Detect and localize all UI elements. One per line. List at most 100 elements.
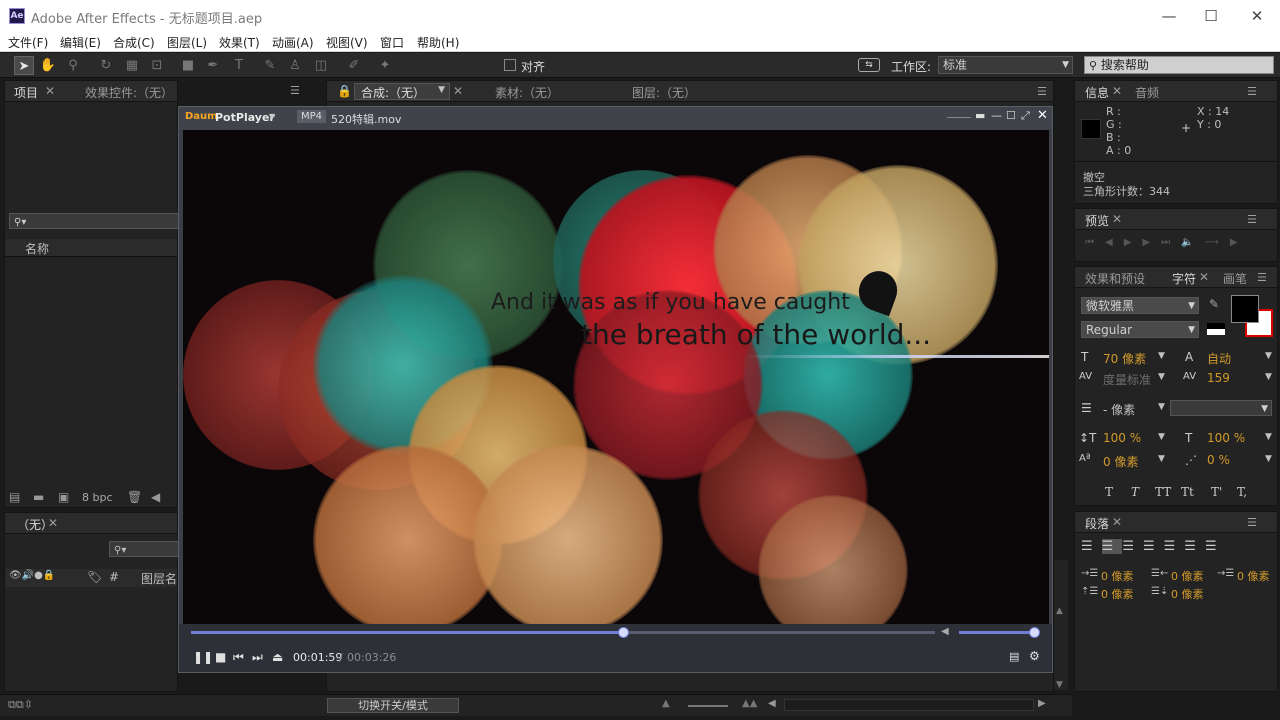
av-switches-icon[interactable]: 👁🔊●🔒 xyxy=(9,570,55,581)
close-icon[interactable]: ✕ xyxy=(48,516,58,530)
tab-paragraph[interactable]: 段落 xyxy=(1085,515,1109,532)
trash-icon[interactable]: 🗑 xyxy=(127,490,142,504)
indent-left-value[interactable]: 0 像素 xyxy=(1101,568,1134,584)
eject-icon[interactable]: ⏏ xyxy=(272,650,283,664)
chevron-down-icon[interactable]: ▼ xyxy=(1265,454,1272,464)
menu-animation[interactable]: 动画(A) xyxy=(272,34,314,51)
alignment-buttons[interactable]: ☰☰☰☰☰☰☰ xyxy=(1081,539,1271,557)
workspace-switch-icon[interactable]: ⇆ xyxy=(858,58,880,72)
subscript-button[interactable]: T, xyxy=(1237,485,1247,499)
tab-effects-presets[interactable]: 效果和预设 xyxy=(1085,270,1145,287)
panel-menu-icon[interactable]: ☰ xyxy=(290,84,300,97)
tab-footage[interactable]: 素材:（无） xyxy=(495,84,559,101)
minimize-button[interactable]: — xyxy=(1154,6,1184,26)
tab-preview[interactable]: 预览 xyxy=(1085,212,1109,229)
vertical-scale-value[interactable]: 100 % xyxy=(1103,431,1141,445)
faux-italic-button[interactable]: T xyxy=(1131,485,1139,499)
column-num[interactable]: # xyxy=(109,570,119,584)
selection-tool-icon[interactable]: ➤ xyxy=(14,56,34,75)
settings-gear-icon[interactable]: ⚙ xyxy=(1029,649,1040,663)
label-icon[interactable]: 🏷 xyxy=(87,570,102,584)
menu-view[interactable]: 视图(V) xyxy=(326,34,368,51)
eyedropper-icon[interactable]: ✎ xyxy=(1209,297,1219,311)
indent-right-value[interactable]: 0 像素 xyxy=(1171,568,1204,584)
panel-menu-icon[interactable]: ☰ xyxy=(1247,85,1257,98)
baseline-shift-value[interactable]: 0 像素 xyxy=(1103,453,1138,470)
chevron-down-icon[interactable]: ▼ xyxy=(1158,402,1165,412)
brush-tool-icon[interactable]: ✎ xyxy=(260,56,280,75)
tab-paint[interactable]: 画笔 xyxy=(1223,270,1247,287)
potplayer-brand[interactable]: PotPlayer xyxy=(215,111,275,124)
puppet-pin-tool-icon[interactable]: ✦ xyxy=(375,56,395,75)
zoom-in-icon[interactable]: ▲▲ xyxy=(742,698,757,709)
workspace-select[interactable]: 标准 ▼ xyxy=(938,56,1073,74)
zoom-tool-icon[interactable]: ⚲ xyxy=(63,56,83,75)
timeline-scrollbar[interactable] xyxy=(784,699,1034,711)
panel-menu-icon[interactable]: ☰ xyxy=(1247,213,1257,226)
timeline-search-input[interactable]: ⚲▾ xyxy=(109,541,179,557)
fill-color-front[interactable] xyxy=(1231,295,1259,323)
tab-character[interactable]: 字符 xyxy=(1172,270,1196,287)
menu-file[interactable]: 文件(F) xyxy=(8,34,48,51)
chevron-down-icon[interactable]: ▼ xyxy=(1158,351,1165,361)
superscript-button[interactable]: T' xyxy=(1211,485,1222,499)
tracking-value[interactable]: 159 xyxy=(1207,371,1230,385)
panel-menu-icon[interactable]: ☰ xyxy=(1247,516,1257,529)
space-before-value[interactable]: 0 像素 xyxy=(1101,586,1134,602)
tab-info[interactable]: 信息 xyxy=(1085,84,1109,101)
text-tool-icon[interactable]: T xyxy=(229,56,249,75)
camera-tool-icon[interactable]: ▦ xyxy=(122,56,142,75)
pan-behind-tool-icon[interactable]: ⊡ xyxy=(147,56,167,75)
next-icon[interactable]: ⏭ xyxy=(252,650,263,665)
menu-window[interactable]: 窗口 xyxy=(380,34,404,51)
close-icon[interactable]: ✕ xyxy=(1037,108,1048,123)
maximize-icon[interactable]: ☐ xyxy=(1006,109,1016,122)
small-caps-button[interactable]: Tt xyxy=(1181,485,1194,499)
scroll-left-icon[interactable]: ◀ xyxy=(151,490,160,504)
playback-controls[interactable]: ⏮◀▶▶⏭🔈⟶▶ xyxy=(1085,237,1249,248)
all-caps-button[interactable]: TT xyxy=(1155,485,1171,499)
font-style-select[interactable]: Regular ▼ xyxy=(1081,321,1199,338)
chevron-down-icon[interactable]: ▼ xyxy=(1158,432,1165,442)
close-icon[interactable]: ✕ xyxy=(1112,212,1122,226)
zoom-slider[interactable] xyxy=(688,705,728,707)
pin-icon[interactable]: ▬ xyxy=(975,109,985,122)
close-icon[interactable]: ✕ xyxy=(1112,515,1122,529)
chevron-down-icon[interactable]: ▼ xyxy=(269,112,275,121)
minimize-icon[interactable]: — xyxy=(991,109,1002,122)
menu-layer[interactable]: 图层(L) xyxy=(167,34,207,51)
search-help-field[interactable]: ⚲ 搜索帮助 xyxy=(1084,56,1274,74)
space-after-value[interactable]: 0 像素 xyxy=(1171,586,1204,602)
rectangle-tool-icon[interactable]: ■ xyxy=(178,56,198,75)
tab-project[interactable]: 项目 xyxy=(14,84,38,101)
interpret-footage-icon[interactable]: ▤ xyxy=(9,490,20,504)
swap-colors-icon[interactable] xyxy=(1207,323,1225,335)
tab-layer[interactable]: 图层:（无） xyxy=(632,84,696,101)
close-icon[interactable]: ✕ xyxy=(1112,84,1122,98)
hand-tool-icon[interactable]: ✋ xyxy=(38,56,58,75)
kerning-value[interactable]: 度量标准 xyxy=(1103,371,1151,388)
menu-edit[interactable]: 编辑(E) xyxy=(60,34,101,51)
column-layer-name[interactable]: 图层名 xyxy=(141,570,177,587)
panel-menu-icon[interactable]: ☰ xyxy=(1257,271,1267,284)
align-checkbox[interactable] xyxy=(504,59,516,71)
composition-dropdown[interactable]: 合成:（无） ▼ xyxy=(354,83,450,100)
font-size-value[interactable]: 70 像素 xyxy=(1103,350,1146,367)
playlist-icon[interactable]: ▤ xyxy=(1009,650,1019,663)
pen-tool-icon[interactable]: ✒ xyxy=(203,56,223,75)
chevron-down-icon[interactable]: ▼ xyxy=(1158,372,1165,382)
horizontal-scale-value[interactable]: 100 % xyxy=(1207,431,1245,445)
volume-handle[interactable] xyxy=(1029,627,1040,638)
viewer-scrollbar[interactable]: ▲ ▼ xyxy=(1054,560,1068,690)
new-composition-icon[interactable]: ▣ xyxy=(58,490,69,504)
video-frame[interactable]: And it was as if you have caught the bre… xyxy=(183,130,1049,624)
scroll-left-icon[interactable]: ◀ xyxy=(768,698,776,709)
menu-help[interactable]: 帮助(H) xyxy=(417,34,459,51)
menu-composition[interactable]: 合成(C) xyxy=(113,34,155,51)
close-icon[interactable]: ✕ xyxy=(453,84,463,98)
comp-flowchart-icon[interactable]: ⧉⧉⇳ xyxy=(8,698,33,712)
zoom-out-icon[interactable]: ▲ xyxy=(662,698,670,709)
chevron-down-icon[interactable]: ▼ xyxy=(1265,432,1272,442)
first-line-indent-value[interactable]: 0 像素 xyxy=(1237,568,1270,584)
roto-brush-tool-icon[interactable]: ✐ xyxy=(344,56,364,75)
